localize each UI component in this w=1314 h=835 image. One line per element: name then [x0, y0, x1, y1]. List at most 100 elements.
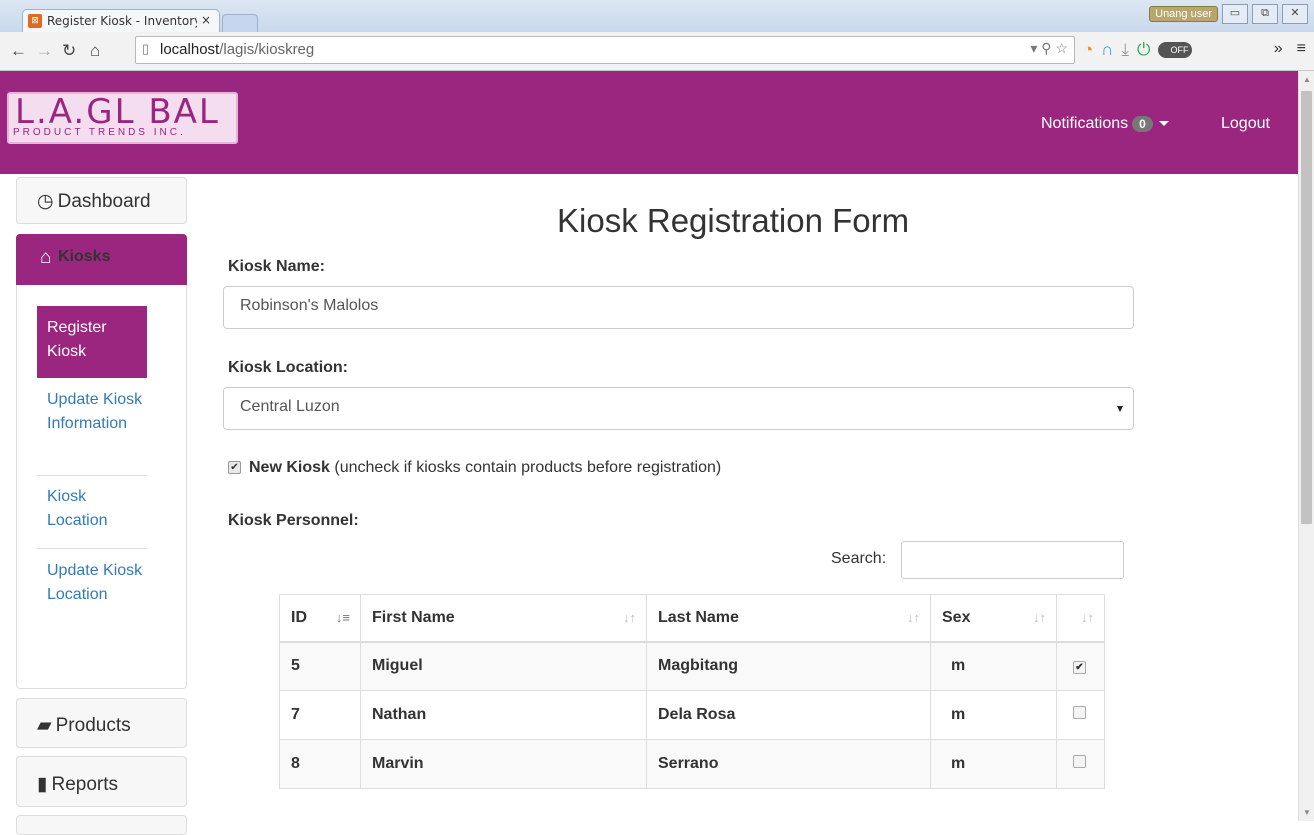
bookmark-star-icon[interactable]: ▾ ⚲ ☆ — [1030, 40, 1068, 57]
home-icon: ⌂ — [40, 247, 52, 268]
extension-icon[interactable]: ◔ — [1083, 40, 1093, 60]
back-icon[interactable]: ← — [10, 41, 27, 61]
menu-icon[interactable]: ≡ — [1297, 40, 1306, 58]
app-header: L.A.GL BAL PRODUCT TRENDS INC. Notificat… — [0, 71, 1298, 174]
divider — [37, 475, 147, 476]
sort-icon[interactable]: ↓↑ — [1081, 610, 1094, 625]
new-kiosk-row: ✔ New Kiosk (uncheck if kiosks contain pr… — [228, 459, 721, 477]
table-header-row: ID ↓≡ First Name ↓↑ Last Name ↓↑ Sex ↓↑ ↓↑ — [279, 594, 1105, 643]
notifications-label: Notifications — [1041, 115, 1129, 132]
cell-last-name: Magbitang — [646, 641, 931, 691]
column-header-id[interactable]: ID ↓≡ — [279, 594, 361, 643]
power-icon[interactable]: ⏻ — [1137, 40, 1150, 60]
cell-select — [1056, 690, 1105, 740]
extensions: ◔ ∩ ⤓ ⏻ OFF — [1083, 40, 1193, 60]
url-host: localhost — [160, 41, 220, 58]
browser-tab-strip: ⊠ Register Kiosk - Inventory × Unang use… — [0, 0, 1314, 33]
column-header-select[interactable]: ↓↑ — [1056, 594, 1105, 643]
cell-sex: m — [930, 739, 1057, 789]
reload-icon[interactable]: ↻ — [62, 41, 76, 61]
cell-last-name: Dela Rosa — [646, 690, 931, 740]
sidebar-item-reports[interactable]: ▮ Reports — [16, 756, 187, 807]
notifications-dropdown[interactable]: Notifications 0 — [1041, 115, 1169, 133]
home-icon[interactable]: ⌂ — [90, 41, 100, 61]
kiosk-personnel-label: Kiosk Personnel: — [228, 512, 359, 529]
column-header-last-name[interactable]: Last Name ↓↑ — [646, 594, 931, 643]
close-window-icon[interactable]: ✕ — [1282, 4, 1308, 24]
cell-first-name: Marvin — [360, 739, 647, 789]
sort-icon[interactable]: ↓↑ — [907, 610, 920, 625]
row-checkbox[interactable] — [1073, 755, 1086, 768]
cell-id: 7 — [279, 690, 361, 740]
window-controls: Unang user ▭ ⧉ ✕ — [1149, 4, 1308, 24]
kiosk-name-label: Kiosk Name: — [228, 258, 325, 275]
logout-link[interactable]: Logout — [1221, 115, 1270, 133]
cell-id: 5 — [279, 641, 361, 691]
search-input[interactable] — [901, 541, 1124, 579]
cell-sex: m — [930, 641, 1057, 691]
headphones-icon[interactable]: ∩ — [1101, 40, 1113, 60]
favicon-icon: ⊠ — [28, 14, 42, 28]
table-row: 5 Miguel Magbitang m ✔ — [279, 641, 1105, 691]
kiosk-name-input[interactable]: Robinson's Malolos — [223, 286, 1134, 329]
notifications-count-badge: 0 — [1132, 116, 1153, 132]
address-bar-row: ← → ↻ ⌂ ▯ localhost/lagis/kioskreg ▾ ⚲ ☆… — [0, 32, 1314, 71]
page-scrollbar[interactable]: ▲ ▼ — [1298, 71, 1314, 821]
tab-title: Register Kiosk - Inventory — [47, 14, 197, 28]
browser-tab[interactable]: ⊠ Register Kiosk - Inventory × — [22, 9, 220, 33]
sidebar-item-kiosks[interactable]: ⌂ Kiosks — [16, 234, 187, 285]
cell-first-name: Nathan — [360, 690, 647, 740]
divider — [37, 548, 147, 549]
scrollbar-thumb[interactable] — [1301, 91, 1312, 524]
company-logo[interactable]: L.A.GL BAL PRODUCT TRENDS INC. — [7, 92, 238, 144]
row-checkbox[interactable]: ✔ — [1073, 661, 1086, 675]
column-header-first-name[interactable]: First Name ↓↑ — [360, 594, 647, 643]
cell-first-name: Miguel — [360, 641, 647, 691]
personnel-table: ID ↓≡ First Name ↓↑ Last Name ↓↑ Sex ↓↑ ↓↑ 5… — [279, 594, 1105, 789]
sidebar-subitem-update-kiosk-information[interactable]: Update Kiosk Information — [47, 388, 147, 436]
sidebar-item-more[interactable] — [16, 815, 187, 835]
dashboard-icon: ◷ — [37, 191, 54, 212]
sidebar-subitem-register-kiosk[interactable]: Register Kiosk — [37, 306, 147, 378]
cell-id: 8 — [279, 739, 361, 789]
new-kiosk-label: New Kiosk — [249, 459, 330, 476]
column-header-sex[interactable]: Sex ↓↑ — [930, 594, 1057, 643]
url-path: /lagis/kioskreg — [219, 41, 315, 58]
new-kiosk-note: (uncheck if kiosks contain products befo… — [334, 459, 722, 476]
table-row: 7 Nathan Dela Rosa m — [279, 690, 1105, 740]
off-toggle[interactable]: OFF — [1158, 42, 1193, 58]
page-icon: ▯ — [142, 41, 150, 56]
download-icon[interactable]: ⤓ — [1122, 40, 1130, 60]
kiosk-location-label: Kiosk Location: — [228, 359, 349, 376]
url-input[interactable]: ▯ localhost/lagis/kioskreg ▾ ⚲ ☆ — [135, 36, 1075, 64]
new-kiosk-checkbox[interactable]: ✔ — [228, 461, 241, 475]
sidebar-item-dashboard[interactable]: ◷ Dashboard — [16, 177, 187, 224]
page-title: Kiosk Registration Form — [557, 202, 910, 239]
cell-select — [1056, 739, 1105, 789]
overflow-extensions-icon[interactable]: » — [1274, 40, 1283, 58]
sidebar-item-products[interactable]: ▰ Products — [16, 698, 187, 748]
scroll-up-icon[interactable]: ▲ — [1303, 75, 1311, 84]
scroll-down-icon[interactable]: ▼ — [1303, 808, 1311, 817]
sort-icon[interactable]: ↓↑ — [1033, 610, 1046, 625]
sidebar-subitem-update-kiosk-location[interactable]: Update Kiosk Location — [47, 559, 147, 607]
tab-close-icon[interactable]: × — [201, 13, 211, 27]
cell-last-name: Serrano — [646, 739, 931, 789]
profile-chip[interactable]: Unang user — [1149, 6, 1218, 22]
caret-down-icon — [1158, 121, 1169, 127]
forward-icon[interactable]: → — [36, 41, 53, 61]
sort-asc-icon[interactable]: ↓≡ — [336, 610, 350, 625]
sort-icon[interactable]: ↓↑ — [623, 610, 636, 625]
select-arrow-icon — [1117, 406, 1123, 412]
file-icon: ▮ — [37, 774, 48, 795]
briefcase-icon: ▰ — [37, 715, 52, 736]
search-label: Search: — [831, 550, 887, 567]
sidebar-subitem-kiosk-location[interactable]: Kiosk Location — [47, 485, 147, 533]
minimize-icon[interactable]: ▭ — [1222, 4, 1248, 24]
new-tab-button[interactable] — [222, 14, 258, 33]
row-checkbox[interactable] — [1073, 706, 1086, 719]
kiosk-location-select[interactable]: Central Luzon — [223, 387, 1134, 430]
cell-sex: m — [930, 690, 1057, 740]
cell-select: ✔ — [1056, 641, 1105, 691]
restore-icon[interactable]: ⧉ — [1252, 4, 1278, 24]
